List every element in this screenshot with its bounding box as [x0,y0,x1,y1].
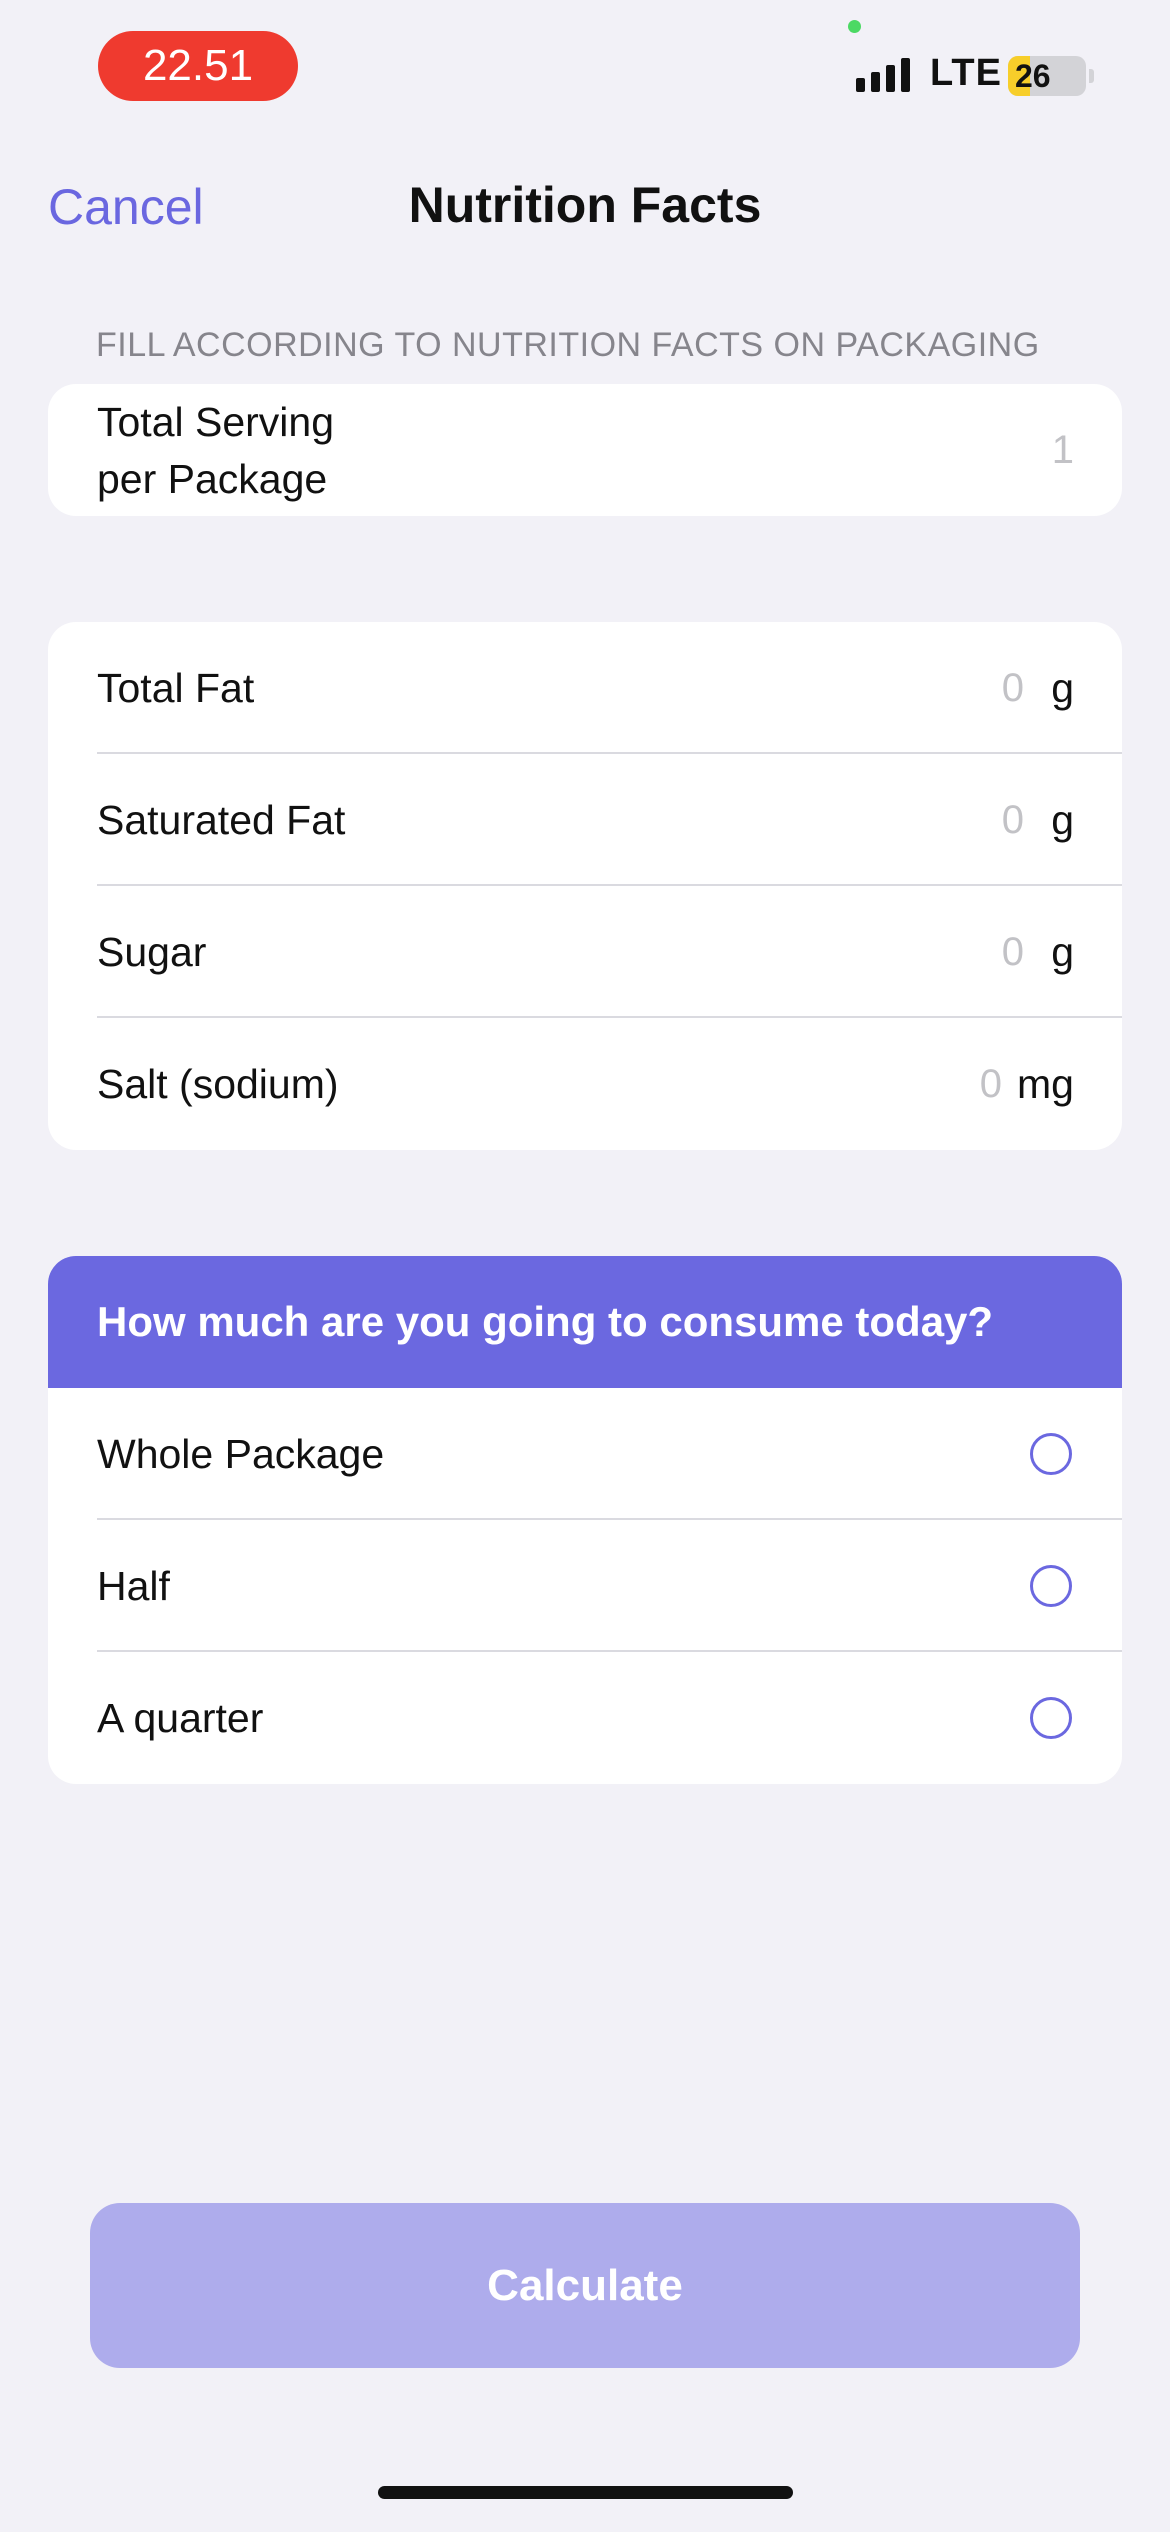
serving-label: Total Serving per Package [97,394,334,508]
nutrient-unit: g [1051,929,1074,975]
nutrient-row-total-fat[interactable]: Total Fat 0 g [48,622,1122,754]
network-type: LTE [930,52,1002,94]
option-label: Half [97,1563,170,1609]
calculate-button[interactable]: Calculate [90,2203,1080,2368]
battery-icon: 26 [1008,56,1086,96]
nutrients-card: Total Fat 0 g Saturated Fat 0 g Sugar 0 … [48,622,1122,1150]
nutrient-row-sugar[interactable]: Sugar 0 g [48,886,1122,1018]
option-label: Whole Package [97,1431,385,1477]
page-title: Nutrition Facts [408,177,762,233]
option-label: A quarter [97,1695,264,1741]
section-header: FILL ACCORDING TO NUTRITION FACTS ON PAC… [96,326,1040,364]
consumption-question: How much are you going to consume today? [97,1298,994,1345]
saturated-fat-input[interactable]: 0 [1002,754,1024,886]
serving-card: Total Serving per Package 1 [48,384,1122,516]
consumption-header: How much are you going to consume today? [48,1256,1122,1388]
option-half[interactable]: Half [48,1520,1122,1652]
home-indicator[interactable] [378,2486,793,2499]
radio-button[interactable] [1030,1697,1072,1739]
total-fat-input[interactable]: 0 [1002,622,1024,754]
option-quarter[interactable]: A quarter [48,1652,1122,1784]
nutrient-unit: g [1051,797,1074,843]
serving-label-line1: Total Serving [97,399,335,445]
salt-input[interactable]: 0 [980,1018,1002,1150]
nutrient-row-salt[interactable]: Salt (sodium) 0 mg [48,1018,1122,1150]
sugar-input[interactable]: 0 [1002,886,1024,1018]
radio-button[interactable] [1030,1565,1072,1607]
nutrient-label: Total Fat [97,665,255,711]
nutrient-label: Salt (sodium) [97,1061,339,1107]
nutrient-label: Saturated Fat [97,797,346,843]
cellular-signal-icon [856,58,910,92]
status-time: 22.51 [98,31,298,101]
nutrient-unit: mg [1017,1061,1074,1107]
battery-cap [1089,69,1094,83]
serving-input[interactable]: 1 [1052,384,1074,516]
nutrient-unit: g [1051,665,1074,711]
radio-button[interactable] [1030,1433,1072,1475]
battery-level: 26 [1015,58,1051,94]
nutrient-label: Sugar [97,929,207,975]
camera-indicator-icon [848,20,861,33]
serving-row[interactable]: Total Serving per Package 1 [48,384,1122,516]
option-whole-package[interactable]: Whole Package [48,1388,1122,1520]
consumption-card: How much are you going to consume today?… [48,1256,1122,1784]
serving-label-line2: per Package [97,456,328,502]
nutrient-row-saturated-fat[interactable]: Saturated Fat 0 g [48,754,1122,886]
